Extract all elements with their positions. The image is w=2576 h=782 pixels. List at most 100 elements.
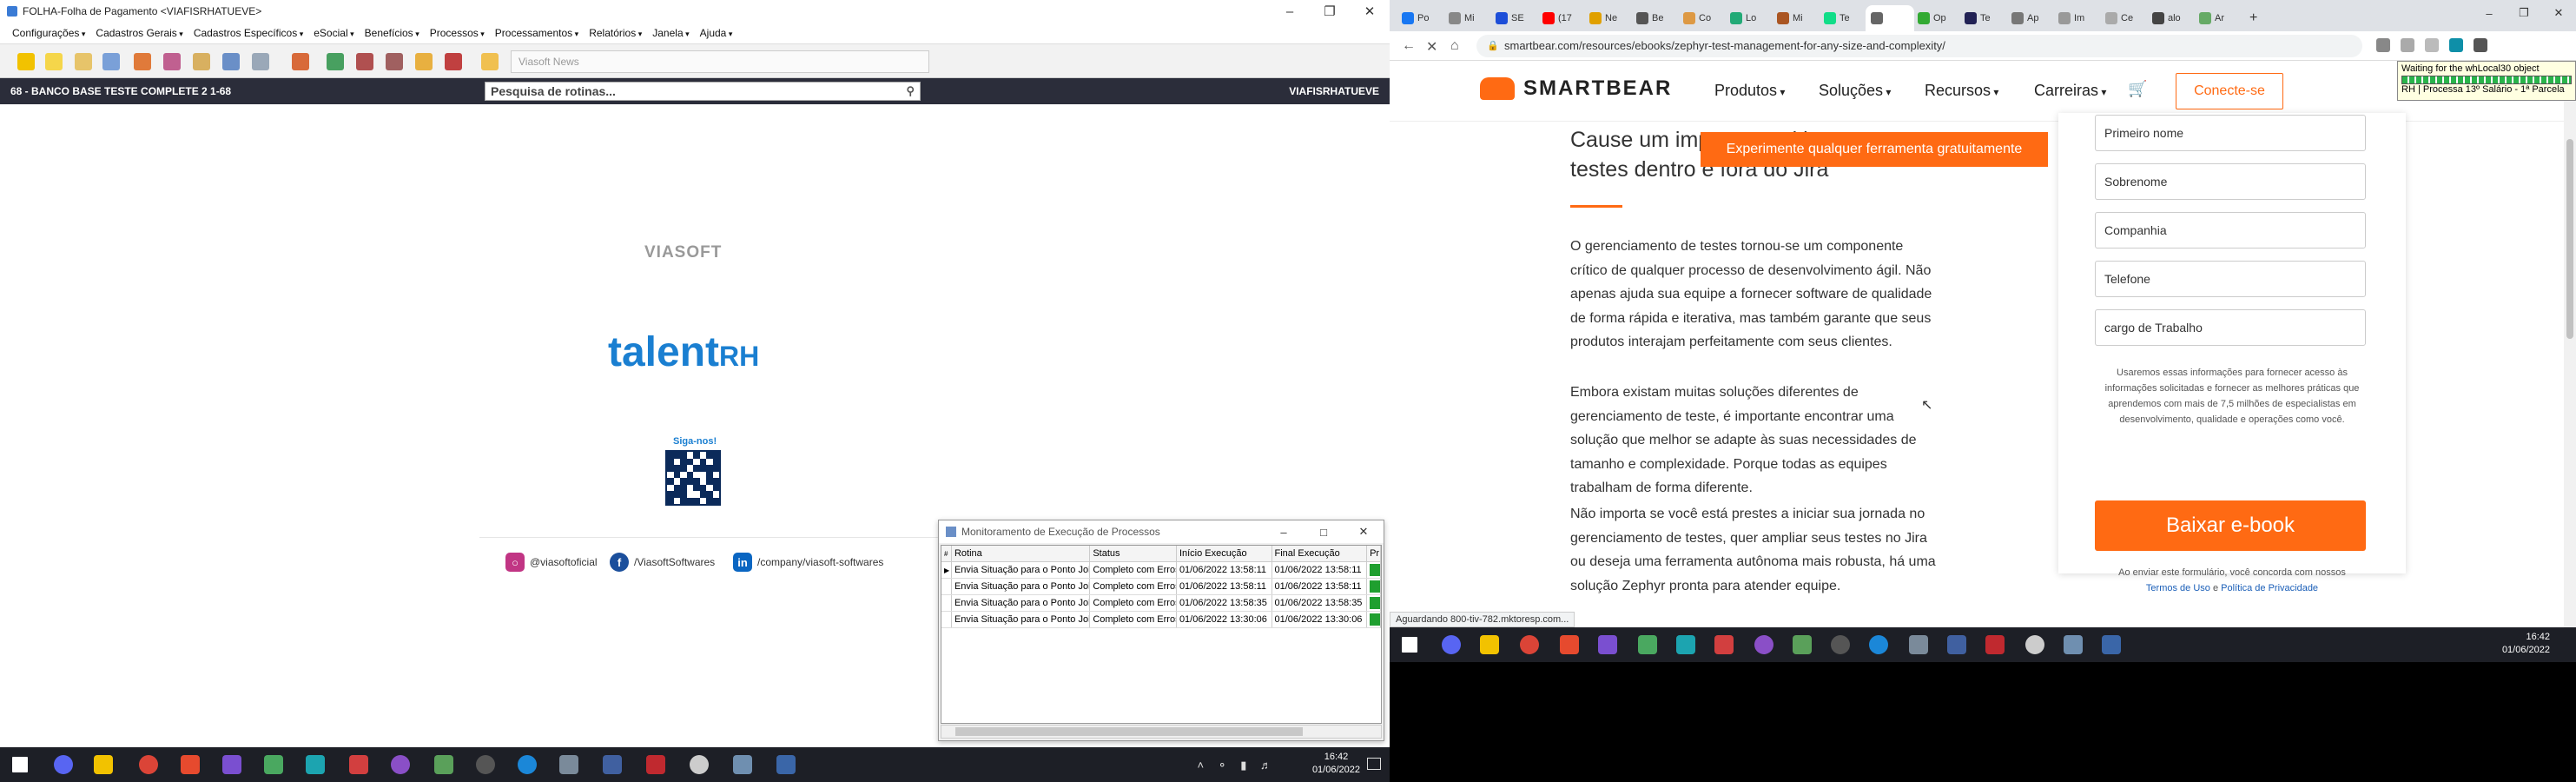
pencil-app-icon[interactable] [1598, 635, 1617, 654]
report-icon[interactable] [102, 53, 120, 70]
table-row[interactable]: Envia Situação para o Ponto Job Completo… [941, 595, 1381, 612]
restore-icon[interactable]: ❐ [2507, 0, 2541, 26]
menu-beneficios[interactable]: Benefícios [365, 27, 419, 39]
chrome-icon[interactable] [139, 755, 158, 774]
person-icon[interactable] [292, 53, 309, 70]
bookmark-star-icon[interactable] [2425, 38, 2439, 52]
company-field[interactable]: Companhia [2095, 212, 2366, 249]
browser-tab[interactable]: Ar [2194, 5, 2241, 31]
browser-tab[interactable]: Co [1678, 5, 1725, 31]
nav-carreiras[interactable]: Carreiras [2034, 82, 2106, 100]
translate-icon[interactable] [2376, 38, 2390, 52]
home-icon[interactable] [134, 53, 151, 70]
search-icon[interactable]: ⚲ [906, 84, 915, 98]
social-linkedin[interactable]: in /company/viasoft-softwares [733, 553, 883, 572]
menu-esocial[interactable]: eSocial [314, 27, 353, 39]
users-icon[interactable] [163, 53, 181, 70]
menu-cadastros-gerais[interactable]: Cadastros Gerais [96, 27, 182, 39]
calculator-icon[interactable] [193, 53, 210, 70]
menu-processos[interactable]: Processos [430, 27, 485, 39]
browser-tab[interactable]: Mi [1443, 5, 1490, 31]
star-icon[interactable] [45, 53, 63, 70]
maximize-icon[interactable]: □ [1304, 520, 1344, 543]
table-row[interactable]: ▶ Envia Situação para o Ponto Job Comple… [941, 562, 1381, 579]
browser-tab[interactable] [1866, 5, 1914, 31]
share-icon[interactable] [2401, 38, 2414, 52]
table-row[interactable]: Envia Situação para o Ponto Job Completo… [941, 579, 1381, 595]
github-desktop-icon[interactable] [391, 755, 410, 774]
nav-solucoes[interactable]: Soluções [1819, 82, 1891, 100]
url-field[interactable]: 🔒 smartbear.com/resources/ebooks/zephyr-… [1476, 35, 2362, 57]
w-app-icon[interactable] [1985, 635, 2005, 654]
settings-icon[interactable] [356, 53, 373, 70]
browser-tab[interactable]: Po [1397, 5, 1443, 31]
header-rotina[interactable]: Rotina [952, 546, 1091, 561]
browser-tab[interactable]: Lo [1725, 5, 1772, 31]
notes-icon[interactable] [1793, 635, 1812, 654]
browser-tab[interactable]: Be [1631, 5, 1678, 31]
windows-start-icon[interactable] [12, 757, 28, 772]
calculator-app-icon[interactable] [1947, 635, 1966, 654]
system-tray-icons[interactable]: ˄ ⚬ ▮ ♬ [1198, 759, 1277, 772]
browser-tab[interactable]: Mi [1772, 5, 1819, 31]
tools-icon[interactable] [386, 53, 403, 70]
browser-tab[interactable]: (17 [1537, 5, 1584, 31]
help-icon[interactable] [481, 53, 499, 70]
teal-app-icon[interactable] [1676, 635, 1695, 654]
nav-recursos[interactable]: Recursos [1925, 82, 1998, 100]
teal-app-icon[interactable] [306, 755, 325, 774]
header-final[interactable]: Final Execução [1272, 546, 1368, 561]
first-name-field[interactable]: Primeiro nome [2095, 115, 2366, 151]
chrome-icon[interactable] [1520, 635, 1539, 654]
menu-ajuda[interactable]: Ajuda [700, 27, 733, 39]
money-icon[interactable] [415, 53, 433, 70]
w-app-icon[interactable] [646, 755, 665, 774]
viasoft-app-icon[interactable] [776, 755, 796, 774]
folder-icon[interactable] [17, 53, 35, 70]
edge-icon[interactable] [518, 755, 537, 774]
menu-processamentos[interactable]: Processamentos [495, 27, 578, 39]
header-progress[interactable]: Pr [1367, 546, 1381, 561]
restore-icon[interactable]: ❐ [1310, 0, 1350, 23]
vivaldi-icon[interactable] [181, 755, 200, 774]
browser-tab[interactable]: Ap [2006, 5, 2053, 31]
browser-tab[interactable]: Im [2053, 5, 2100, 31]
cart-icon[interactable]: 🛒 [2128, 80, 2147, 98]
minimize-icon[interactable]: – [1264, 520, 1304, 543]
notes-icon[interactable] [434, 755, 453, 774]
clock[interactable]: 16:42 01/06/2022 [1312, 751, 1360, 777]
clock-app-icon[interactable] [1831, 635, 1850, 654]
red-app-icon[interactable] [1714, 635, 1734, 654]
routine-search-input[interactable]: Pesquisa de rotinas... ⚲ [485, 82, 921, 101]
minimize-icon[interactable]: – [1270, 0, 1310, 23]
connect-button[interactable]: Conecte-se [2176, 73, 2283, 109]
calculator-app-icon[interactable] [603, 755, 622, 774]
exit-icon[interactable] [445, 53, 462, 70]
social-facebook[interactable]: f /ViasoftSoftwares [610, 553, 715, 572]
edge-icon[interactable] [1869, 635, 1888, 654]
network-app-icon[interactable] [264, 755, 283, 774]
terms-link[interactable]: Termos de Uso [2146, 583, 2210, 593]
back-icon[interactable]: ← [1402, 38, 1416, 54]
settings-gear-icon[interactable] [2025, 635, 2044, 654]
browser-tab[interactable]: alo [2147, 5, 2194, 31]
github-desktop-icon[interactable] [1754, 635, 1773, 654]
refresh-icon[interactable] [327, 53, 344, 70]
folha-app-icon[interactable] [2064, 635, 2083, 654]
calendar-icon[interactable] [222, 53, 240, 70]
social-instagram[interactable]: ○ @viasoftoficial [505, 553, 598, 572]
tools-app-icon[interactable] [559, 755, 578, 774]
home-icon[interactable]: ⌂ [1450, 38, 1459, 54]
new-tab-icon[interactable]: + [2244, 5, 2265, 31]
viasoft-app-icon[interactable] [2102, 635, 2121, 654]
browser-tab[interactable]: SE [1490, 5, 1537, 31]
phone-field[interactable]: Telefone [2095, 261, 2366, 297]
last-name-field[interactable]: Sobrenome [2095, 163, 2366, 200]
tools-app-icon[interactable] [1909, 635, 1928, 654]
red-app-icon[interactable] [349, 755, 368, 774]
horizontal-scrollbar[interactable] [941, 725, 1382, 739]
lock-icon[interactable]: 🔒 [1487, 40, 1499, 51]
puzzle-icon[interactable] [2474, 38, 2487, 52]
download-ebook-button[interactable]: Baixar e-book [2095, 500, 2366, 551]
notification-icon[interactable] [1367, 758, 1381, 770]
